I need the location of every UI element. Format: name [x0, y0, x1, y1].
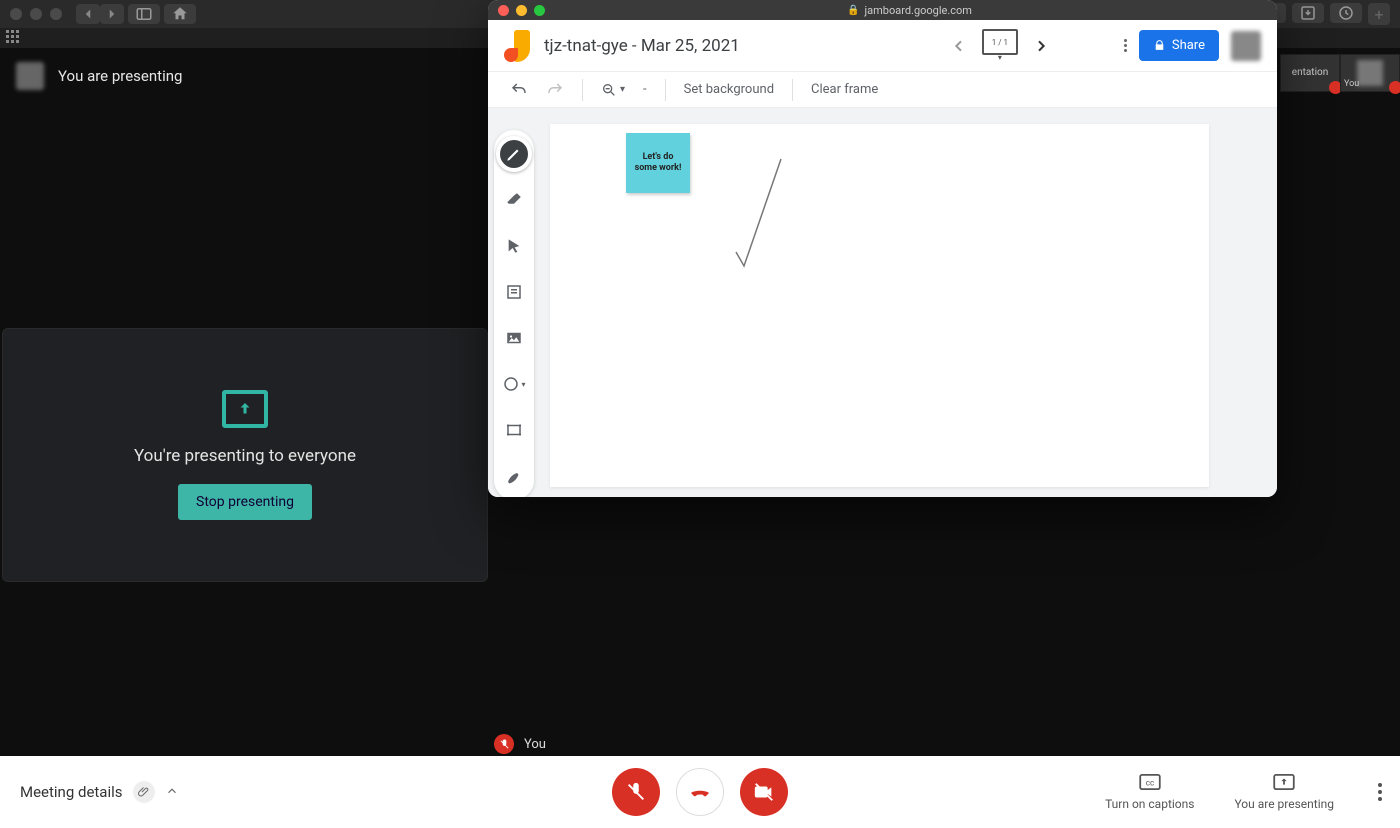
- redo-button[interactable]: [546, 81, 564, 99]
- pen-stroke: [726, 154, 806, 284]
- present-icon: [1273, 773, 1295, 791]
- jamboard-body: ▾ Let's do some work!: [488, 108, 1277, 497]
- textbox-tool[interactable]: [500, 416, 528, 444]
- separator: [665, 79, 666, 101]
- jamboard-more-button[interactable]: [1124, 39, 1127, 52]
- undo-button[interactable]: [510, 81, 528, 99]
- frame-count: 1 / 1: [984, 31, 1016, 55]
- jamboard-titlebar: 🔒 jamboard.google.com: [488, 0, 1277, 20]
- jamboard-url: 🔒 jamboard.google.com: [552, 4, 1267, 17]
- sticky-text: Let's do some work!: [632, 152, 684, 174]
- present-label: You are presenting: [1234, 797, 1334, 811]
- meeting-details-button[interactable]: Meeting details: [20, 781, 179, 803]
- self-label-row: You: [494, 734, 546, 754]
- mic-muted-icon: [494, 734, 514, 754]
- home-button[interactable]: [164, 4, 196, 24]
- zoom-button[interactable]: ▾: [601, 82, 625, 98]
- frame-indicator[interactable]: 1 / 1 ▾: [982, 29, 1018, 62]
- separator: [792, 79, 793, 101]
- captions-label: Turn on captions: [1105, 797, 1194, 811]
- sticky-note-tool[interactable]: [500, 278, 528, 306]
- lock-icon: [1153, 39, 1166, 52]
- presenter-row: You are presenting: [16, 62, 182, 90]
- participant-tiles: entation You: [1280, 54, 1400, 92]
- mute-mic-button[interactable]: [612, 768, 660, 816]
- laser-tool[interactable]: [500, 462, 528, 490]
- jamboard-toolbar: ▾ - Set background Clear frame: [488, 72, 1277, 108]
- forward-button[interactable]: [100, 4, 124, 24]
- tile-you-label: You: [1344, 79, 1359, 89]
- back-button[interactable]: [76, 4, 100, 24]
- next-frame-button[interactable]: [1028, 33, 1054, 59]
- side-toolbar: ▾: [494, 130, 534, 497]
- window-controls-dimmed: [10, 8, 62, 20]
- download-icon[interactable]: [1292, 3, 1324, 23]
- meeting-details-label: Meeting details: [20, 783, 123, 801]
- url-text: jamboard.google.com: [865, 4, 972, 17]
- lock-icon: 🔒: [847, 5, 859, 16]
- sidebar-button[interactable]: [128, 4, 160, 24]
- presenting-message: You're presenting to everyone: [134, 446, 356, 466]
- you-label: You: [524, 737, 546, 752]
- eraser-tool[interactable]: [500, 186, 528, 214]
- jamboard-logo-icon[interactable]: [504, 30, 530, 62]
- presenting-label: You are presenting: [58, 67, 182, 85]
- document-title[interactable]: tjz-tnat-gye - Mar 25, 2021: [544, 36, 740, 56]
- attachment-icon: [133, 781, 155, 803]
- account-avatar[interactable]: [1231, 31, 1261, 61]
- more-options-button[interactable]: [1374, 783, 1386, 801]
- tile-presentation-label: entation: [1292, 68, 1328, 78]
- meet-controls: [612, 768, 788, 816]
- canvas[interactable]: Let's do some work!: [550, 124, 1209, 487]
- svg-text:cc: cc: [1146, 779, 1154, 788]
- present-upload-icon: [222, 390, 268, 428]
- frame-navigator: 1 / 1 ▾: [946, 29, 1054, 62]
- presenting-panel: You're presenting to everyone Stop prese…: [2, 328, 488, 582]
- mute-badge-icon: [1389, 81, 1400, 94]
- camera-off-button[interactable]: [740, 768, 788, 816]
- zoom-level: -: [643, 82, 647, 97]
- select-tool[interactable]: [500, 232, 528, 260]
- close-icon[interactable]: [498, 5, 509, 16]
- meet-bottom-bar: Meeting details cc Turn on captions You …: [0, 756, 1400, 828]
- tile-avatar: [1357, 60, 1383, 86]
- image-tool[interactable]: [500, 324, 528, 352]
- stop-presenting-button[interactable]: Stop presenting: [178, 484, 312, 520]
- pen-tool[interactable]: [496, 136, 532, 172]
- shape-tool[interactable]: ▾: [500, 370, 528, 398]
- set-background-button[interactable]: Set background: [684, 82, 774, 97]
- captions-button[interactable]: cc Turn on captions: [1105, 773, 1194, 811]
- tile-you[interactable]: You: [1340, 54, 1400, 92]
- jamboard-header: tjz-tnat-gye - Mar 25, 2021 1 / 1 ▾ Shar…: [488, 20, 1277, 72]
- separator: [582, 79, 583, 101]
- nav-buttons: [76, 4, 124, 24]
- tile-presentation[interactable]: entation: [1280, 54, 1340, 92]
- fullscreen-icon[interactable]: [534, 5, 545, 16]
- sticky-note[interactable]: Let's do some work!: [626, 133, 690, 193]
- share-button[interactable]: Share: [1139, 30, 1219, 61]
- history-icon[interactable]: [1330, 3, 1362, 23]
- clear-frame-button[interactable]: Clear frame: [811, 82, 878, 97]
- minimize-icon[interactable]: [516, 5, 527, 16]
- meet-right-controls: cc Turn on captions You are presenting: [1105, 773, 1386, 811]
- apps-grid-icon[interactable]: [6, 30, 22, 46]
- header-center-controls: 1 / 1 ▾ Share: [946, 29, 1261, 62]
- captions-icon: cc: [1139, 773, 1161, 791]
- prev-frame-button[interactable]: [946, 33, 972, 59]
- hangup-button[interactable]: [676, 768, 724, 816]
- new-tab-button[interactable]: +: [1368, 3, 1390, 25]
- present-screen-button[interactable]: You are presenting: [1234, 773, 1334, 811]
- share-label: Share: [1172, 38, 1205, 53]
- chevron-up-icon: [165, 783, 179, 802]
- presenter-avatar: [16, 62, 44, 90]
- jamboard-window: 🔒 jamboard.google.com tjz-tnat-gye - Mar…: [488, 0, 1277, 497]
- window-traffic-lights[interactable]: [498, 5, 545, 16]
